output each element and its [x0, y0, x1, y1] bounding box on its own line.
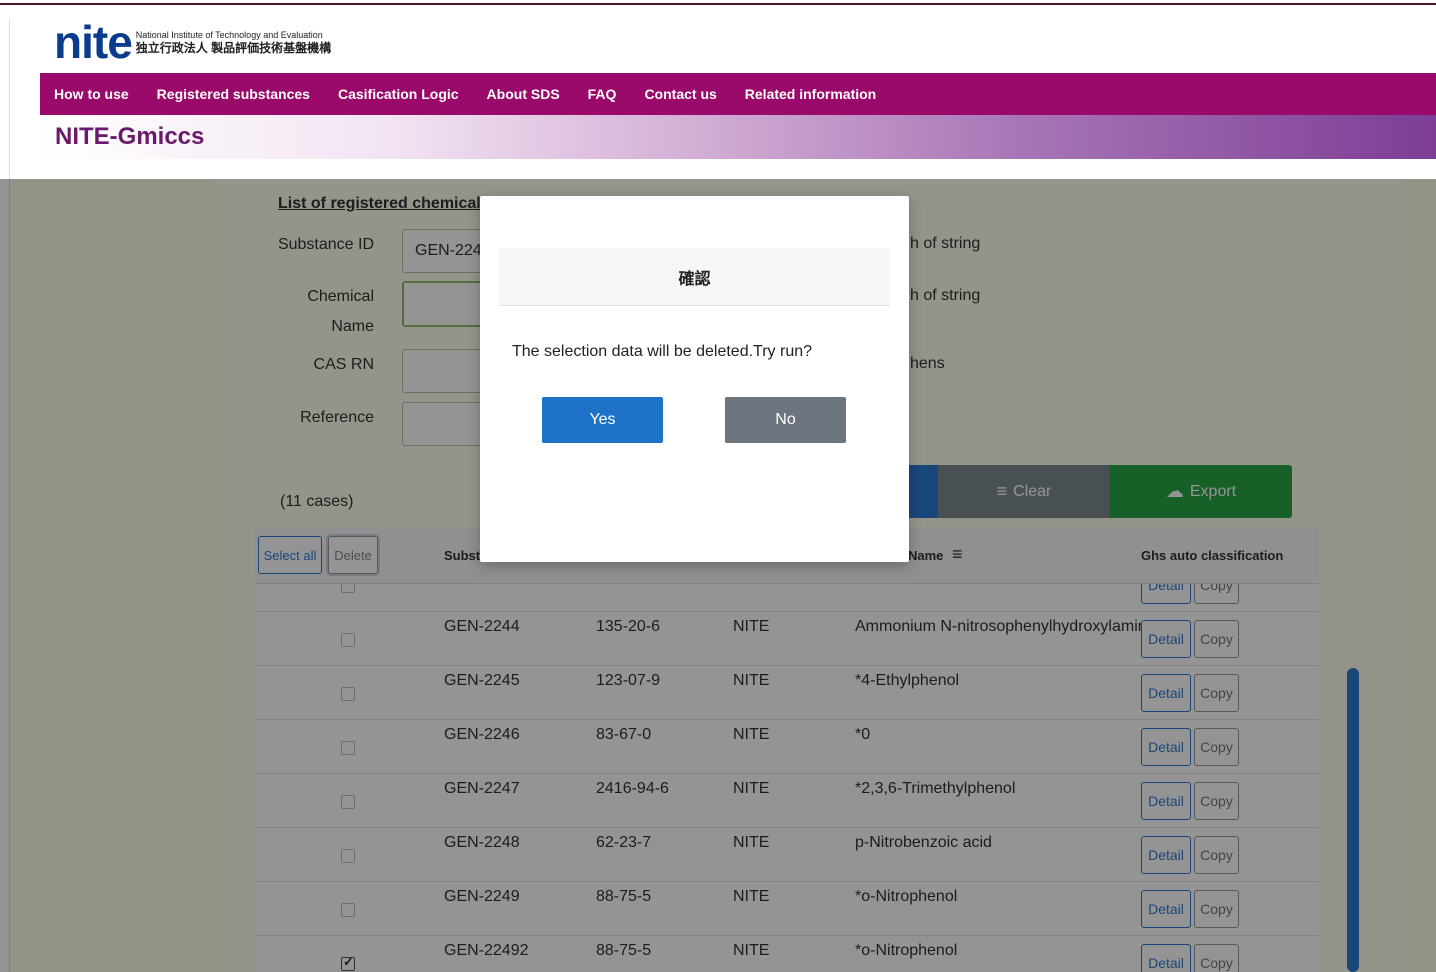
app-title: NITE-Gmiccs [55, 123, 205, 150]
main-nav: How to use Registered substances Casific… [40, 73, 1436, 115]
app-title-bar: NITE-Gmiccs [40, 115, 1436, 159]
logo-japanese-name: 独立行政法人 製品評価技術基盤機構 [135, 41, 332, 55]
nav-faq[interactable]: FAQ [588, 86, 617, 102]
logo-text: National Institute of Technology and Eva… [136, 29, 331, 55]
confirm-dialog: 確認 The selection data will be deleted.Tr… [480, 196, 909, 562]
yes-button[interactable]: Yes [542, 397, 663, 443]
nite-logo[interactable]: nite National Institute of Technology an… [54, 16, 331, 68]
nav-how-to-use[interactable]: How to use [54, 86, 129, 102]
dialog-title: 確認 [499, 248, 890, 306]
top-border [0, 0, 1436, 5]
no-button[interactable]: No [725, 397, 846, 443]
app-root: nite National Institute of Technology an… [0, 0, 1436, 972]
nav-about-sds[interactable]: About SDS [487, 86, 560, 102]
nav-related-information[interactable]: Related information [745, 86, 876, 102]
nav-registered-substances[interactable]: Registered substances [157, 86, 310, 102]
header-spacer [32, 159, 1436, 179]
logo-mark: nite [54, 16, 133, 68]
nav-contact-us[interactable]: Contact us [644, 86, 716, 102]
nav-classification-logic[interactable]: Casification Logic [338, 86, 459, 102]
dialog-message: The selection data will be deleted.Try r… [512, 343, 813, 360]
